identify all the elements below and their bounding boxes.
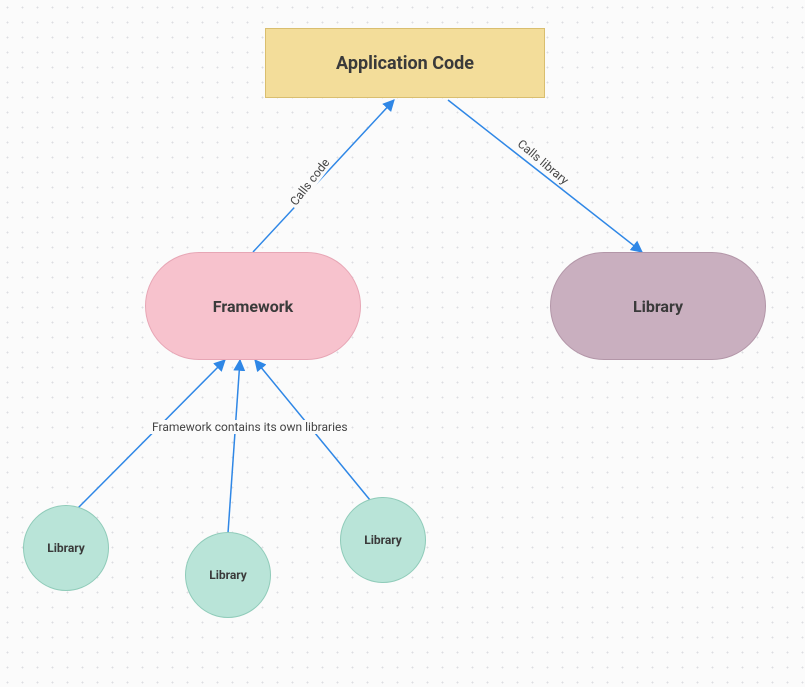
node-label: Framework xyxy=(213,297,293,316)
diagram-canvas: Application Code Framework Library Libra… xyxy=(0,0,805,687)
node-label: Library xyxy=(364,533,402,547)
edge-framework-to-lib1 xyxy=(78,360,225,508)
node-label: Library xyxy=(209,568,247,582)
edge-label-framework-contains: Framework contains its own libraries xyxy=(150,420,350,434)
edge-label-calls-code: Calls code xyxy=(286,154,334,210)
node-library-small-2[interactable]: Library xyxy=(185,532,271,618)
edge-framework-to-app xyxy=(253,100,394,252)
edge-app-to-library xyxy=(448,100,642,252)
node-library[interactable]: Library xyxy=(550,252,766,360)
node-library-small-1[interactable]: Library xyxy=(23,505,109,591)
node-label: Application Code xyxy=(336,53,474,74)
node-application-code[interactable]: Application Code xyxy=(265,28,545,98)
node-label: Library xyxy=(633,297,683,316)
node-label: Library xyxy=(47,541,85,555)
node-library-small-3[interactable]: Library xyxy=(340,497,426,583)
edge-framework-to-lib2 xyxy=(228,360,240,533)
node-framework[interactable]: Framework xyxy=(145,252,361,360)
edge-label-calls-library: Calls library xyxy=(513,135,573,188)
